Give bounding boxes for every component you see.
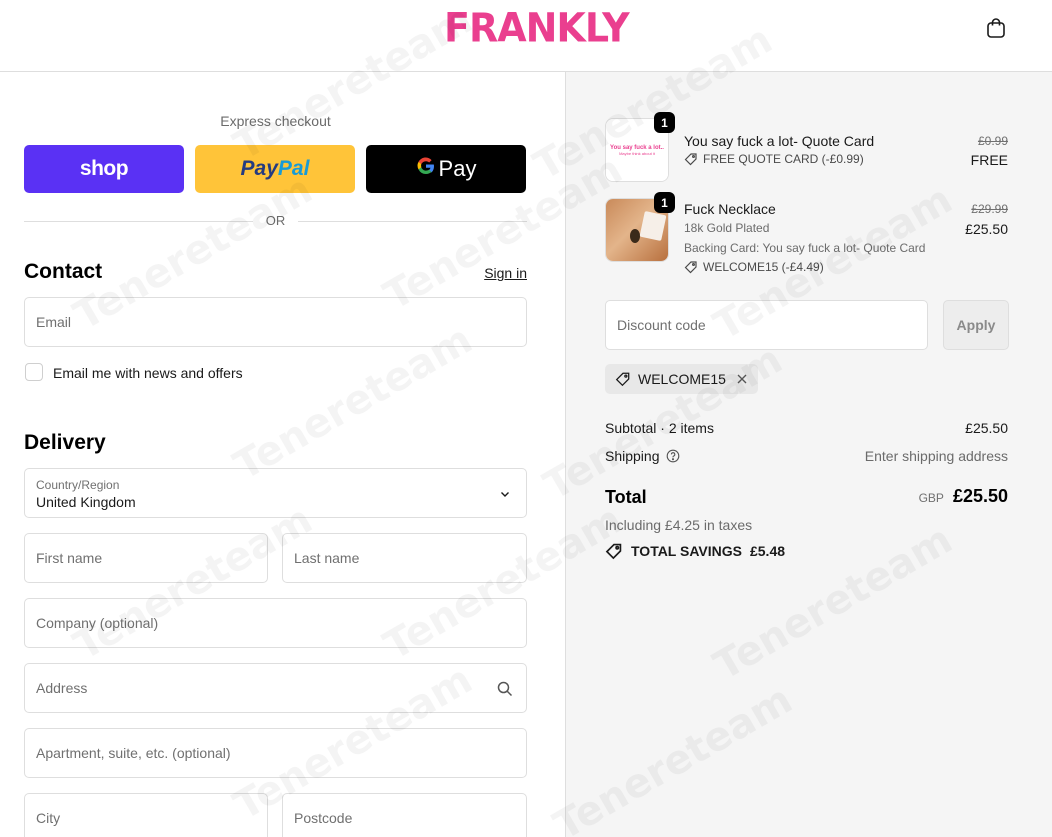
quantity-badge: 1 xyxy=(654,112,675,133)
savings-tag-icon xyxy=(605,543,622,560)
shipping-label: Shipping xyxy=(605,448,660,464)
remove-discount-icon[interactable] xyxy=(736,373,748,385)
necklace-pendant xyxy=(630,229,640,243)
or-divider: OR xyxy=(24,212,527,230)
total-label: Total xyxy=(605,487,647,507)
item-discount-text: FREE QUOTE CARD (-£0.99) xyxy=(703,152,864,166)
tag-icon xyxy=(684,261,697,274)
order-summary: You say fuck a lot.. Maybe think about i… xyxy=(565,72,1052,837)
discount-placeholder: Discount code xyxy=(617,317,706,333)
item-discount: WELCOME15 (-£4.49) xyxy=(684,260,824,274)
tag-icon xyxy=(615,372,630,387)
applied-discount-code: WELCOME15 xyxy=(638,371,726,387)
backing-card xyxy=(639,210,667,242)
last-name-field[interactable]: Last name xyxy=(282,533,527,583)
item-original-price: £0.99 xyxy=(977,134,1008,148)
item-title: You say fuck a lot- Quote Card xyxy=(684,133,875,149)
apply-button[interactable]: Apply xyxy=(943,300,1009,350)
quote-card-thumbnail: You say fuck a lot.. Maybe think about i… xyxy=(605,112,675,182)
item-backing-card: Backing Card: You say fuck a lot- Quote … xyxy=(684,241,926,255)
tag-icon xyxy=(684,153,697,166)
search-icon[interactable] xyxy=(496,680,514,698)
total-amount: GBP £25.50 xyxy=(919,486,1008,507)
discount-code-input[interactable]: Discount code xyxy=(605,300,928,350)
paypal-label-pay: Pay xyxy=(240,157,278,180)
shop-pay-button[interactable]: shop xyxy=(24,145,184,193)
newsletter-checkbox[interactable] xyxy=(25,363,43,381)
paypal-label-pal: Pal xyxy=(277,157,310,180)
google-pay-label: Pay xyxy=(438,156,477,181)
delivery-heading: Delivery xyxy=(24,431,106,454)
postcode-placeholder: Postcode xyxy=(294,810,353,826)
apartment-placeholder: Apartment, suite, etc. (optional) xyxy=(36,745,231,761)
brand-logo[interactable]: FRANKLY xyxy=(444,5,630,51)
necklace-thumbnail: 1 xyxy=(605,192,675,262)
contact-heading: Contact xyxy=(24,260,103,283)
shopping-bag-icon[interactable] xyxy=(984,16,1008,40)
item-discount-text: WELCOME15 (-£4.49) xyxy=(703,260,824,274)
apartment-field[interactable]: Apartment, suite, etc. (optional) xyxy=(24,728,527,778)
chevron-down-icon xyxy=(501,492,509,497)
applied-discount-chip: WELCOME15 xyxy=(605,364,758,394)
total-currency: GBP xyxy=(918,491,944,505)
item-title: Fuck Necklace xyxy=(684,201,776,217)
quantity-badge: 1 xyxy=(654,192,675,213)
country-select[interactable]: Country/Region United Kingdom xyxy=(24,468,527,518)
address-field[interactable]: Address xyxy=(24,663,527,713)
company-placeholder: Company (optional) xyxy=(36,615,159,631)
country-label: Country/Region xyxy=(36,478,120,492)
city-placeholder: City xyxy=(36,810,61,826)
google-g-icon xyxy=(416,156,436,182)
email-field[interactable]: Email xyxy=(24,297,527,347)
address-placeholder: Address xyxy=(36,680,88,696)
shipping-row: Shipping xyxy=(605,448,680,464)
thumb-quote-subtext: Maybe think about it xyxy=(619,150,655,156)
paypal-button[interactable]: Pay Pal xyxy=(195,145,355,193)
first-name-field[interactable]: First name xyxy=(24,533,268,583)
help-icon[interactable] xyxy=(666,449,680,463)
or-label: OR xyxy=(265,213,286,228)
savings-label: TOTAL SAVINGS xyxy=(631,543,742,559)
shipping-value: Enter shipping address xyxy=(864,448,1008,464)
total-value: £25.50 xyxy=(952,486,1008,506)
item-original-price: £29.99 xyxy=(971,202,1008,216)
last-name-placeholder: Last name xyxy=(294,550,360,566)
shop-pay-label: shop xyxy=(79,157,129,180)
google-pay-button[interactable]: Pay xyxy=(366,145,526,193)
express-checkout-title: Express checkout xyxy=(220,113,331,129)
item-variant: 18k Gold Plated xyxy=(684,221,770,235)
item-price: FREE xyxy=(970,152,1008,168)
postcode-field[interactable]: Postcode xyxy=(282,793,527,837)
sign-in-link[interactable]: Sign in xyxy=(456,265,527,281)
checkout-form: Express checkout shop Pay Pal Pay OR Cont… xyxy=(0,72,565,837)
total-savings: TOTAL SAVINGS £5.48 xyxy=(605,542,785,560)
subtotal-value: £25.50 xyxy=(965,420,1008,436)
tax-note: Including £4.25 in taxes xyxy=(605,517,753,533)
site-header: FRANKLY xyxy=(0,0,1052,72)
city-field[interactable]: City xyxy=(24,793,268,837)
savings-value: £5.48 xyxy=(749,543,786,559)
newsletter-label: Email me with news and offers xyxy=(53,365,243,381)
item-price: £25.50 xyxy=(965,221,1008,237)
email-placeholder: Email xyxy=(36,314,72,330)
company-field[interactable]: Company (optional) xyxy=(24,598,527,648)
item-discount: FREE QUOTE CARD (-£0.99) xyxy=(684,152,864,166)
subtotal-label: Subtotal · 2 items xyxy=(605,420,714,436)
country-value: United Kingdom xyxy=(36,494,136,510)
first-name-placeholder: First name xyxy=(36,550,103,566)
